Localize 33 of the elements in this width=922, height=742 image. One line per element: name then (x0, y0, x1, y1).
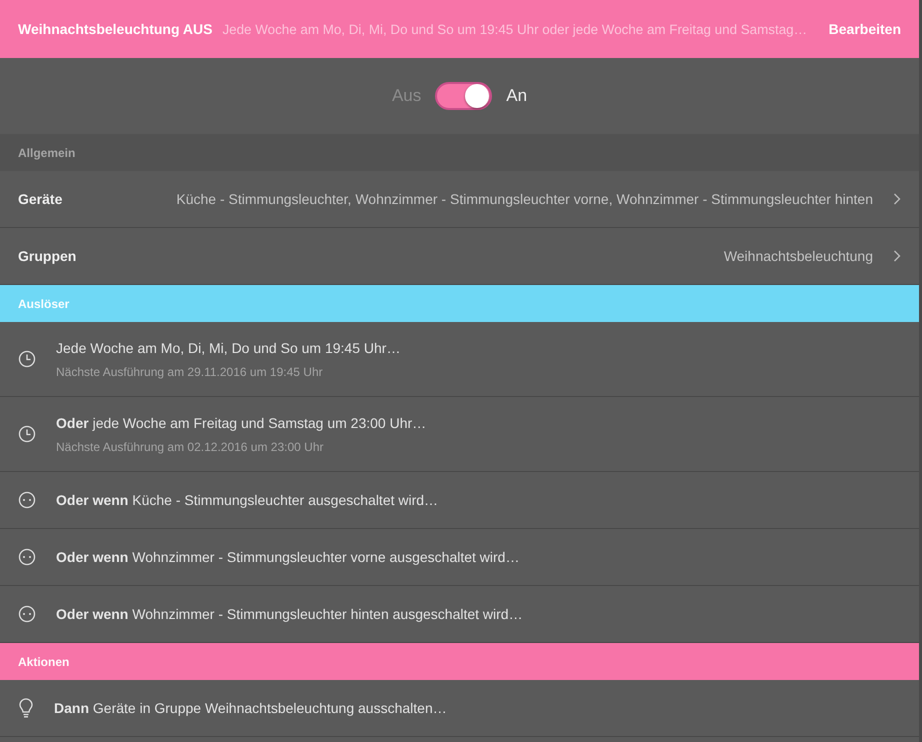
next-run-text: Nächste Ausführung am 29.11.2016 um 19:45 Uhr (56, 364, 324, 378)
rule-text: Oder wenn Wohnzimmer - Stimmungsleuchter vorne ausgeschaltet wird… (56, 549, 520, 565)
chevron-right-icon (893, 250, 901, 262)
settings-row[interactable]: Geräte Küche - Stimmungsleuchter, Wohnzimmer - Stimmungsleuchter vorne, Wohnzimmer - Stimmungsleuchter hinten (0, 171, 919, 228)
clock-icon (18, 425, 36, 443)
rule-text: Oder jede Woche am Freitag und Samstag um 23:00 Uhr… (56, 414, 426, 430)
socket-icon (18, 605, 36, 623)
socket-icon (18, 548, 36, 566)
setting-label: Geräte (18, 191, 62, 207)
rule-text: Dann Geräte in Gruppe Weihnachtsbeleuchtung ausschalten… (54, 700, 447, 716)
setting-value: Küche - Stimmungsleuchter, Wohnzimmer - Stimmungsleuchter vorne, Wohnzimmer - Stimmungsleuchter hinten (176, 191, 873, 207)
rule-text: Oder wenn Küche - Stimmungsleuchter ausgeschaltet wird… (56, 492, 438, 508)
rule-row[interactable]: Oder wenn Wohnzimmer - Stimmungsleuchter vorne ausgeschaltet wird… (0, 529, 919, 586)
next-run-text: Nächste Ausführung am 02.12.2016 um 23:00 Uhr (56, 440, 325, 454)
rule-summary: Jede Woche am Mo, Di, Mi, Do und So um 19:45 Uhr oder jede Woche am Freitag und Samstag… (222, 22, 808, 36)
chevron-right-icon (893, 193, 901, 205)
rule-row[interactable]: Oder wenn Küche - Stimmungsleuchter ausgeschaltet wird… (0, 472, 919, 529)
section-title: Allgemein (18, 146, 76, 160)
rule-row[interactable]: Dann Geräte in Gruppe Weihnachtsbeleuchtung ausschalten… (0, 680, 919, 737)
socket-icon (18, 491, 36, 509)
on-label: An (506, 86, 528, 106)
lightbulb-icon (18, 698, 34, 718)
setting-label: Gruppen (18, 248, 76, 264)
rule-row[interactable]: Jede Woche am Mo, Di, Mi, Do und So um 19:45 Uhr… Nächste Ausführung am 29.11.2016 um 19:45 Uhr (0, 322, 919, 397)
rule-text: Jede Woche am Mo, Di, Mi, Do und So um 19:45 Uhr… (56, 340, 400, 356)
rule-row[interactable]: Oder jede Woche am Freitag und Samstag um 23:00 Uhr… Nächste Ausführung am 02.12.2016 um 23:00 Uhr (0, 397, 919, 472)
rule-text: Oder wenn Wohnzimmer - Stimmungsleuchter hinten ausgeschaltet wird… (56, 606, 523, 622)
toggle-switch[interactable] (435, 82, 492, 110)
section-title: Aktionen (18, 654, 70, 668)
clock-icon (18, 350, 36, 368)
setting-value: Weihnachtsbeleuchtung (724, 248, 873, 264)
rule-title: Weihnachtsbeleuchtung AUS (18, 21, 212, 37)
section-title: Auslöser (18, 296, 70, 310)
